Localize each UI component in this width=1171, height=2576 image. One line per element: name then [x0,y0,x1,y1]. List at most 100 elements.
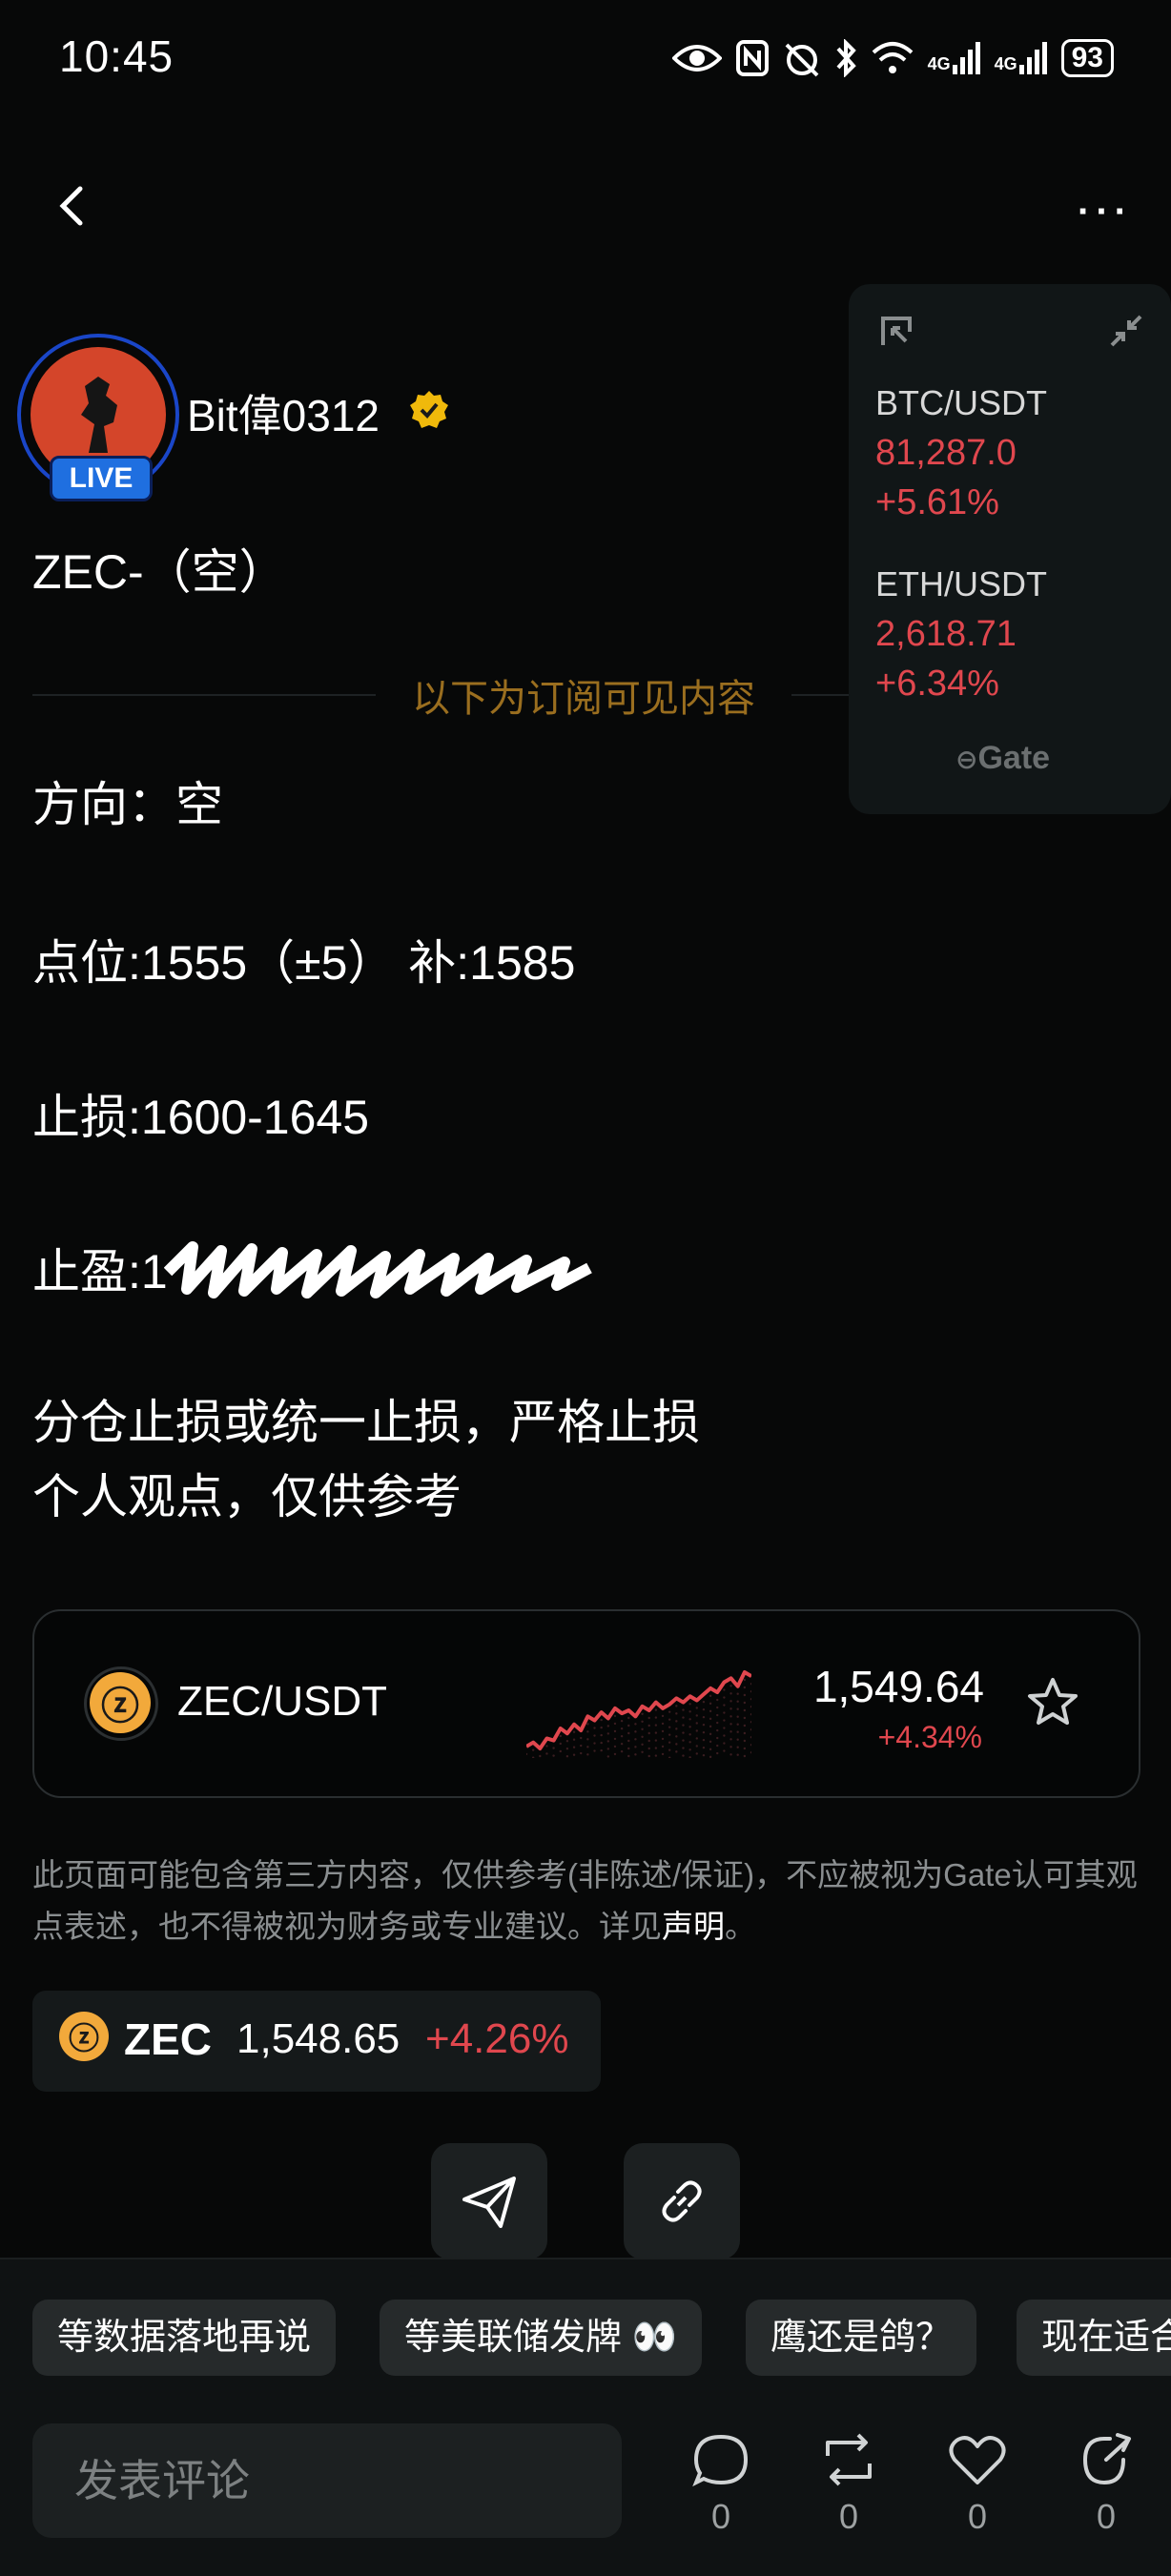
quick-reply-chip[interactable]: 等美联储发牌 👀 [380,2300,702,2376]
share-action[interactable]: 0 [1068,2431,1144,2537]
sparkline-dot [729,1723,732,1726]
widget-pair: BTC/USDT [875,383,1047,422]
sparkline-dot [723,1696,726,1699]
sparkline-dot [688,1733,691,1736]
note-line-1: 分仓止损或统一止损，严格止损 [32,1396,700,1449]
sparkline-dot [695,1745,698,1748]
collapse-icon [1110,315,1142,347]
comment-action[interactable]: 0 [683,2431,759,2537]
sparkline-dot [531,1756,535,1758]
sparkline-dot [709,1717,712,1721]
sparkline-dot [675,1743,678,1746]
sparkline-dot [743,1724,747,1728]
sparkline-dot [641,1735,644,1738]
card-price: 1,549.64 [812,1662,984,1711]
sparkline-dot [688,1726,691,1728]
sparkline-dot [661,1714,665,1718]
take-profit-line: 止盈:1 [32,1234,593,1302]
more-options-button[interactable]: ··· [1078,191,1133,234]
disclaimer-link[interactable]: 声明 [662,1909,725,1944]
comment-count: 0 [710,2497,731,2536]
sparkline-dot [661,1737,665,1741]
sparkline-dot [634,1753,637,1756]
sparkline-dot [743,1708,747,1712]
sparkline-dot [572,1753,576,1756]
status-time: 10:45 [59,31,175,81]
sparkline-dot [729,1730,732,1733]
sparkline-dot [702,1746,706,1749]
sparkline-dot [572,1746,576,1748]
sparkline-dot [668,1748,671,1751]
sparkline-dot [627,1724,630,1728]
sparkline-dot [709,1725,712,1728]
sparkline-dot [565,1755,569,1758]
zec-coin-icon: ⓩ [59,2012,109,2061]
widget-price: 81,287.0 [875,433,1017,473]
sparkline-dot [606,1755,610,1758]
sparkline-dot [668,1756,671,1758]
sparkline-dot [723,1688,726,1691]
sparkline-dot [572,1730,576,1733]
sparkline-dot [750,1683,751,1686]
zec-ticker[interactable]: ⓩ ZEC 1,548.65 +4.26% [32,1991,601,2092]
sparkline-dot [736,1730,739,1733]
back-button[interactable] [48,172,105,238]
redacted-scribble [163,1241,592,1298]
quick-reply-chip[interactable]: 鹰还是鸽？ [746,2300,977,2376]
comment-input[interactable]: 发表评论 [32,2423,622,2538]
sparkline-dot [743,1754,747,1758]
sparkline-dot [709,1702,712,1706]
quick-reply-chip[interactable]: 现在适合 [1017,2300,1171,2376]
sparkline-dot [702,1723,706,1727]
sparkline-dot [723,1742,726,1745]
signal-icon [952,42,980,74]
star-icon[interactable] [1024,1674,1081,1731]
sparkline-dot [586,1746,589,1748]
price-widget[interactable]: BTC/USDT 81,287.0 +5.61% ETH/USDT 2,618.… [849,284,1171,814]
sparkline-dot [641,1743,644,1746]
send-button[interactable] [431,2143,547,2259]
sparkline-dot [736,1707,739,1710]
alarm-off-icon [785,43,819,77]
widget-price: 2,618.71 [875,614,1017,654]
like-count: 0 [967,2497,988,2536]
sparkline-dot [723,1727,726,1729]
author-name[interactable]: Bit偉0312 [187,381,380,444]
sparkline-dot [593,1749,596,1752]
sparkline-dot [661,1745,665,1748]
stop-loss-line: 止损:1600-1645 [32,1091,370,1144]
sparkline-dot [709,1755,712,1758]
sparkline-dot [552,1754,555,1757]
share-count: 0 [1096,2497,1117,2536]
signal-icon [1018,42,1047,74]
verified-badge-icon [408,389,450,431]
sparkline-dot [600,1726,603,1729]
market-card[interactable]: ⓩ ZEC/USDT 1,549.64 +4.34% [32,1609,1140,1798]
sparkline-dot [580,1744,583,1748]
sparkline-dot [627,1731,630,1735]
price-sparkline [526,1670,751,1758]
sparkline-dot [750,1706,751,1708]
sparkline-dot [580,1751,583,1755]
sparkline-dot [682,1747,685,1749]
sparkline-dot [586,1723,589,1726]
repost-action[interactable]: 0 [811,2431,887,2537]
sparkline-dot [545,1745,548,1748]
sparkline-dot [750,1713,751,1716]
divider [791,694,849,696]
copy-link-button[interactable] [624,2143,740,2259]
like-action[interactable]: 0 [939,2431,1016,2537]
horse-logo-icon [81,377,117,453]
sparkline-dot [688,1703,691,1706]
zec-coin-icon: ⓩ [90,1672,151,1733]
sparkline-dot [716,1721,719,1725]
sparkline-dot [709,1732,712,1736]
sparkline-dot [743,1747,747,1750]
sparkline-dot [709,1740,712,1744]
author-avatar[interactable]: LIVE [17,334,179,501]
sparkline-dot [675,1750,678,1753]
link-icon [662,2180,702,2222]
wifi-icon [872,42,913,73]
quick-reply-chip[interactable]: 等数据落地再说 [32,2300,337,2376]
sparkline-dot [750,1728,751,1731]
